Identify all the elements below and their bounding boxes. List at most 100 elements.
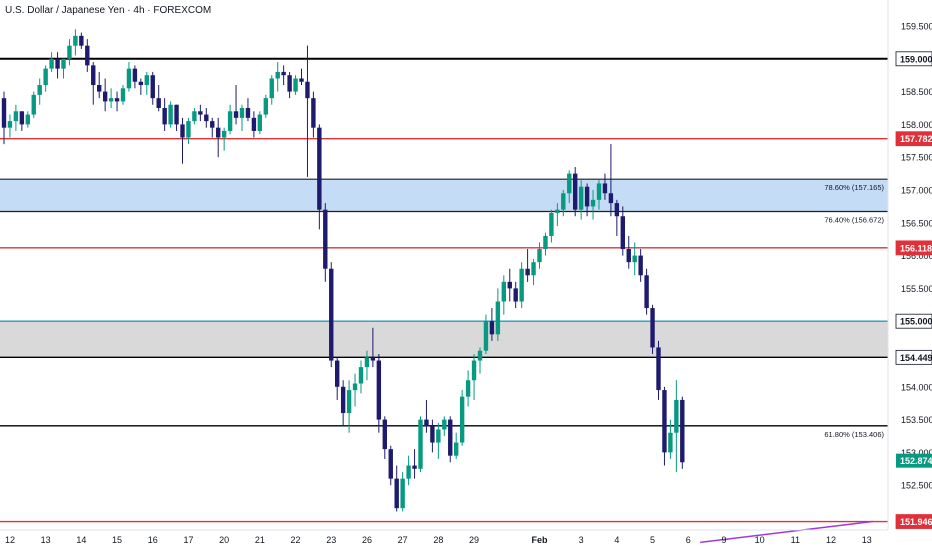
candle: [519, 262, 524, 309]
candle: [448, 416, 453, 463]
time-tick-label: 6: [686, 535, 691, 545]
price-tick-label: 158.000: [901, 120, 932, 130]
candle-body: [471, 360, 477, 381]
candle-body: [245, 108, 251, 118]
candle-body: [674, 399, 679, 433]
level-price-tag: 154.449: [895, 349, 932, 365]
time-tick-label: 28: [433, 535, 443, 545]
candle: [263, 94, 268, 118]
time-tick-label: 20: [219, 535, 229, 545]
level-price-tag: 159.000: [895, 51, 932, 67]
candle-body: [144, 75, 149, 86]
candle-body: [335, 360, 340, 387]
candle-body: [644, 275, 649, 309]
candle-body: [638, 255, 643, 276]
candle-body: [596, 183, 602, 200]
candle-body: [614, 203, 620, 217]
candle-body: [602, 183, 608, 194]
level-price-tag: 155.000: [895, 313, 932, 329]
candle-body: [388, 449, 393, 479]
candle-body: [192, 111, 197, 122]
time-tick-label: 9: [721, 535, 726, 545]
candle: [650, 304, 655, 354]
price-axis: 159.500 159.000 158.500 158.000 157.500 157.0…: [901, 22, 932, 491]
candle-body: [79, 35, 84, 46]
candle-body: [180, 124, 185, 138]
candle-body: [400, 478, 405, 509]
candle-body: [513, 288, 518, 302]
candle-body: [489, 321, 495, 335]
candle-body: [567, 173, 572, 194]
candle-body: [19, 111, 25, 125]
candle-body: [543, 235, 548, 250]
time-tick-label: 15: [112, 535, 122, 545]
price-tick-label: 158.500: [901, 87, 932, 97]
candle-body: [501, 281, 506, 302]
candle-body: [233, 111, 239, 118]
candle-body: [430, 426, 435, 443]
candle: [459, 390, 465, 446]
candle-body: [49, 58, 54, 69]
time-tick-label: 29: [469, 535, 479, 545]
candle-body: [210, 121, 215, 128]
candle-body: [150, 75, 155, 99]
candle-body: [269, 78, 274, 99]
candle-body: [477, 350, 483, 361]
time-tick-label: Feb: [531, 535, 548, 545]
price-tick-label: 152.500: [901, 481, 932, 491]
candle-body: [102, 91, 108, 102]
candle-body: [275, 71, 280, 79]
time-tick-label: 13: [862, 535, 872, 545]
price-tag-label: 151.946: [900, 517, 932, 527]
candle-body: [370, 357, 376, 361]
candle-body: [37, 85, 42, 95]
fib-label: 61.80% (153.406): [824, 430, 884, 439]
candle-body: [216, 127, 221, 138]
candle-body: [1, 98, 7, 128]
candle-body: [198, 111, 203, 115]
candle: [644, 268, 649, 315]
candle-body: [555, 209, 560, 213]
candle-body: [573, 173, 578, 210]
price-tick-label: 157.000: [901, 186, 932, 196]
level-price-tag: 151.946: [895, 514, 932, 529]
fib-label: 76.40% (156.672): [824, 216, 884, 225]
candle: [418, 416, 423, 473]
candle-body: [162, 108, 167, 125]
candle-body: [352, 383, 358, 391]
candle-body: [561, 193, 566, 210]
time-tick-label: 16: [148, 535, 158, 545]
price-tag-label: 155.000: [900, 317, 932, 327]
time-tick-label: 14: [76, 535, 86, 545]
candlestick-chart[interactable]: 78.60% (157.165) 76.40% (156.672) 61.80% (…: [0, 0, 932, 550]
chart-panel[interactable]: 78.60% (157.165) 76.40% (156.672) 61.80% (…: [0, 0, 932, 550]
candle-body: [358, 367, 364, 384]
fib-label: 78.60% (157.165): [824, 183, 884, 192]
zone-gray: [0, 321, 888, 358]
candle-body: [418, 419, 423, 469]
candle-body: [459, 396, 465, 443]
price-tag-label: 159.000: [900, 54, 932, 64]
candle-body: [7, 121, 13, 128]
candle-body: [537, 249, 542, 263]
price-tick-label: 155.500: [901, 284, 932, 294]
time-tick-label: 17: [183, 535, 193, 545]
candle-body: [680, 399, 685, 463]
candle-body: [578, 186, 584, 210]
candle-body: [656, 347, 661, 391]
candle-body: [221, 130, 227, 138]
candle-body: [448, 419, 453, 456]
time-tick-label: 13: [41, 535, 51, 545]
price-tag-label: 156.118: [900, 243, 932, 253]
candle-body: [91, 65, 96, 86]
candle-body: [293, 78, 298, 92]
candle-body: [584, 186, 590, 207]
candle: [31, 91, 36, 118]
candle-body: [608, 193, 614, 204]
candle-body: [239, 108, 245, 118]
candle-body: [311, 98, 316, 128]
level-price-tag: 156.118: [895, 240, 932, 256]
time-tick-label: 27: [398, 535, 408, 545]
time-tick-label: 12: [826, 535, 836, 545]
candle-body: [620, 216, 625, 250]
